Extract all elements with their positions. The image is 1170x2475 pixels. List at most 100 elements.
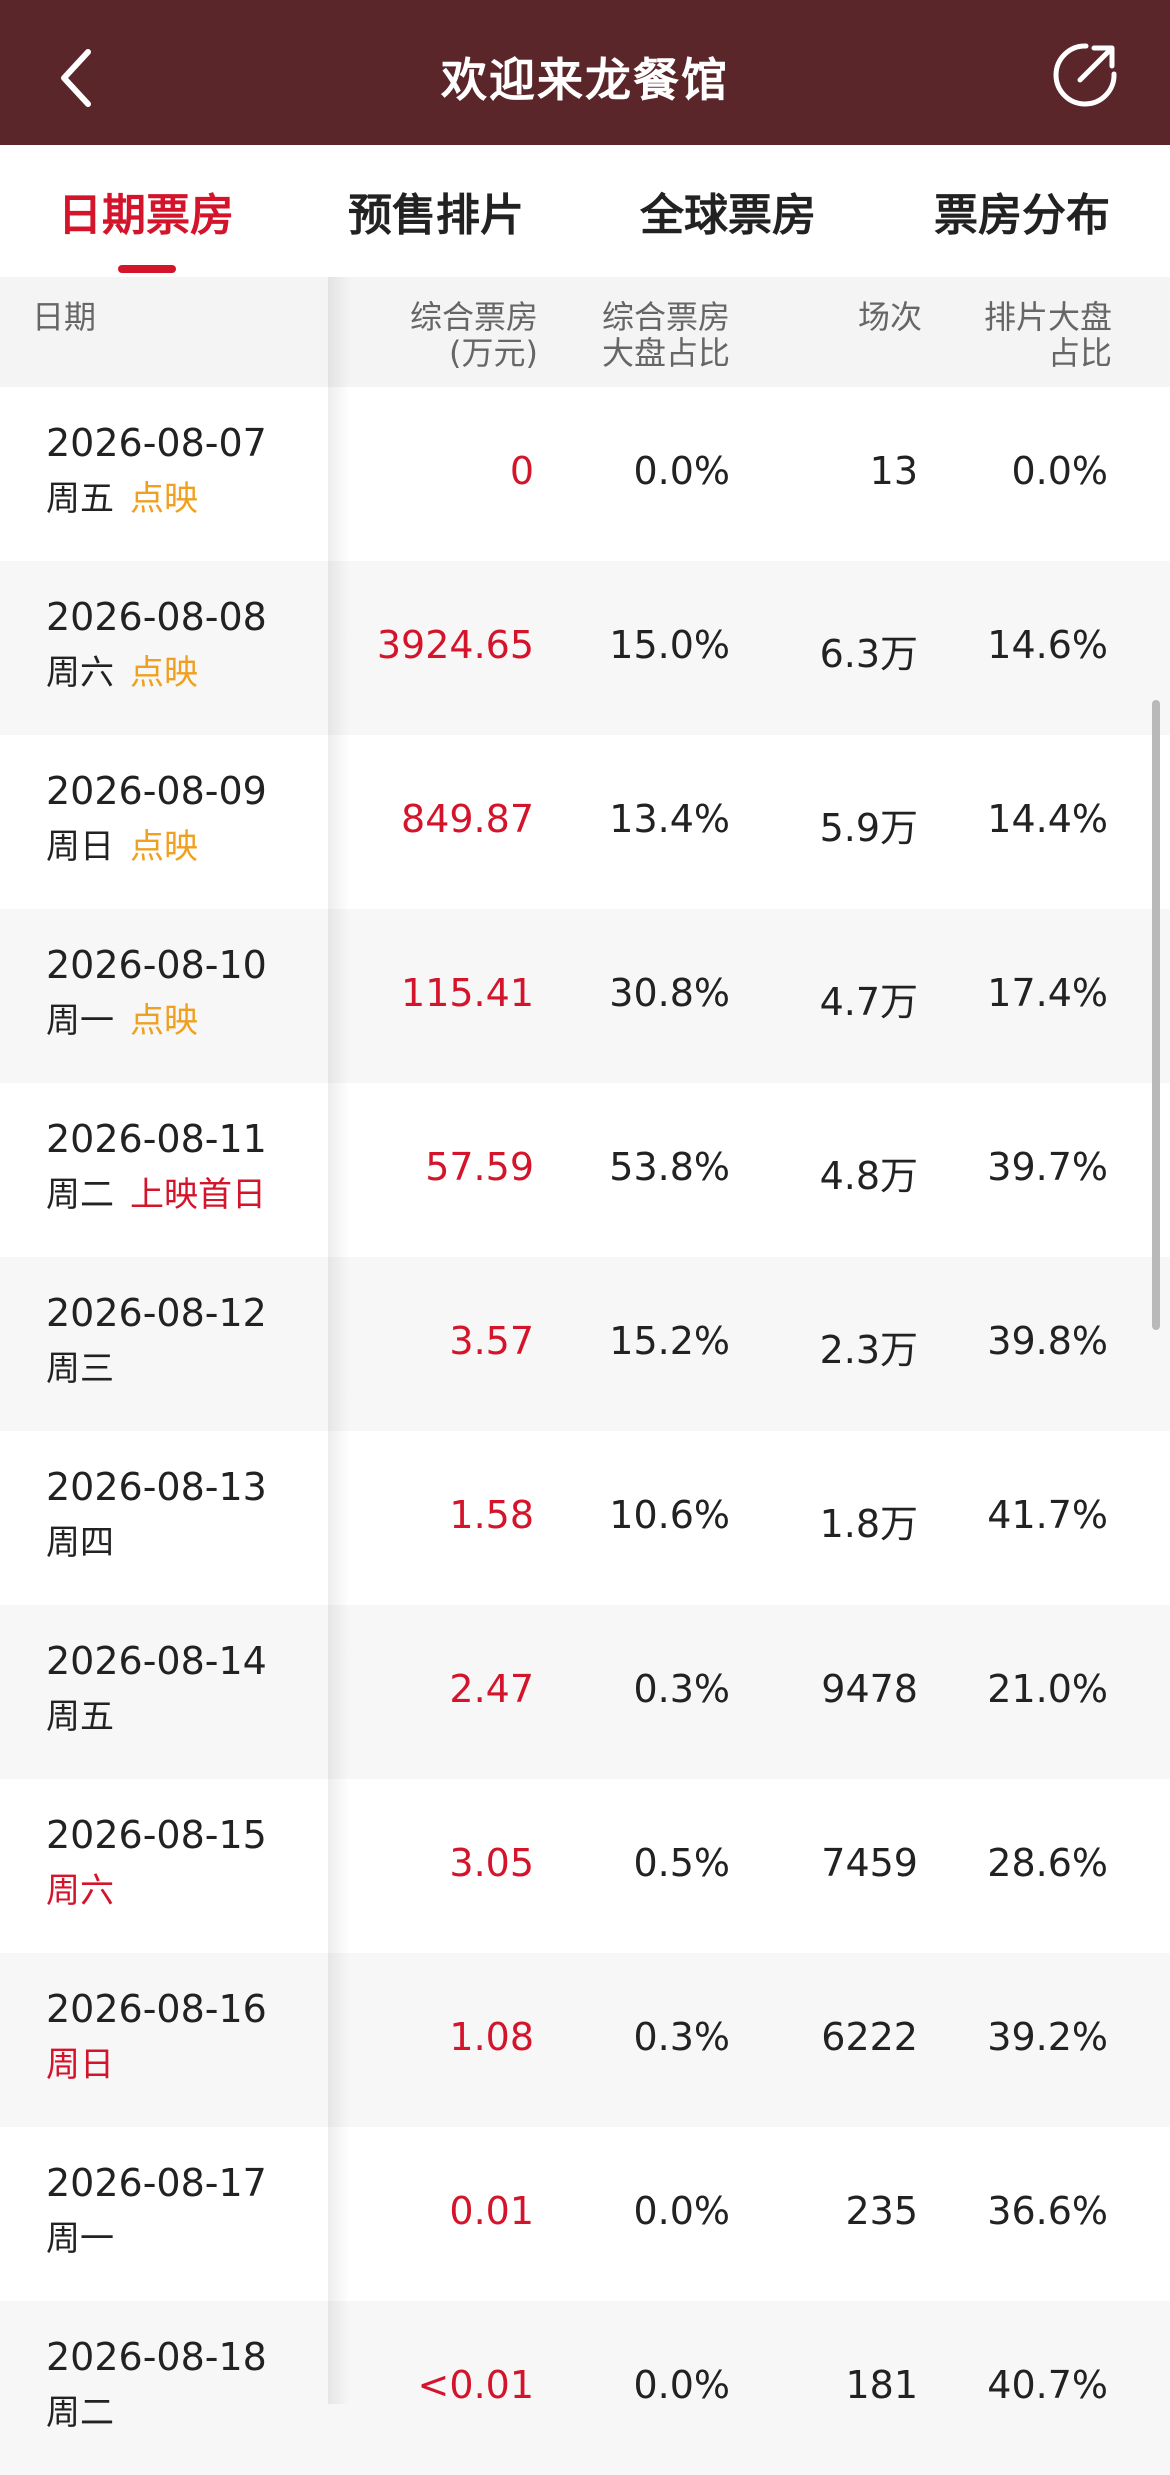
row-weekday-line: 周五 bbox=[46, 1689, 114, 1738]
date-cell: 2026-08-16 周日 bbox=[0, 1953, 328, 2127]
column-header-date: 日期 bbox=[32, 298, 97, 336]
table-row[interactable]: 2026-08-13 周四 1.58 10.6% 1.8万 41.7% bbox=[0, 1431, 1170, 1605]
row-weekday-line: 周一 bbox=[46, 2211, 114, 2260]
row-weekday: 周五 bbox=[46, 479, 114, 519]
date-cell: 2026-08-18 周二 bbox=[0, 2301, 328, 2475]
date-cell: 2026-08-11 周二 上映首日 bbox=[0, 1083, 328, 1257]
row-weekday: 周六 bbox=[46, 1871, 114, 1911]
row-weekday-line: 周日 点映 bbox=[46, 819, 198, 868]
row-date: 2026-08-16 bbox=[46, 1987, 267, 2031]
table-row[interactable]: 2026-08-17 周一 0.01 0.0% 235 36.6% bbox=[0, 2127, 1170, 2301]
page-title: 欢迎来龙餐馆 bbox=[441, 53, 729, 107]
row-box-share: 15.2% bbox=[609, 1319, 730, 1363]
date-cell: 2026-08-07 周五 点映 bbox=[0, 387, 328, 561]
row-box-office: 2.47 bbox=[449, 1667, 534, 1711]
row-shows: 181 bbox=[845, 2363, 918, 2407]
row-schedule-share: 36.6% bbox=[987, 2189, 1108, 2233]
table-row[interactable]: 2026-08-16 周日 1.08 0.3% 6222 39.2% bbox=[0, 1953, 1170, 2127]
row-schedule-share: 17.4% bbox=[987, 971, 1108, 1015]
table-row[interactable]: 2026-08-11 周二 上映首日 57.59 53.8% 4.8万 39.7% bbox=[0, 1083, 1170, 1257]
row-box-share: 10.6% bbox=[609, 1493, 730, 1537]
row-shows: 4.8万 bbox=[819, 1154, 918, 1198]
table-row[interactable]: 2026-08-15 周六 3.05 0.5% 7459 28.6% bbox=[0, 1779, 1170, 1953]
app-header: 欢迎来龙餐馆 bbox=[0, 0, 1170, 145]
row-weekday: 周一 bbox=[46, 1001, 114, 1041]
row-date: 2026-08-18 bbox=[46, 2335, 267, 2379]
row-date: 2026-08-13 bbox=[46, 1465, 267, 1509]
date-cell: 2026-08-10 周一 点映 bbox=[0, 909, 328, 1083]
tab-date-box-office[interactable]: 日期票房 bbox=[58, 179, 234, 243]
date-cell: 2026-08-08 周六 点映 bbox=[0, 561, 328, 735]
row-release-tag: 点映 bbox=[130, 479, 198, 519]
tab-presale-schedule[interactable]: 预售排片 bbox=[348, 179, 524, 243]
row-box-office: 57.59 bbox=[425, 1145, 534, 1189]
share-icon[interactable] bbox=[1050, 40, 1120, 110]
row-schedule-share: 39.7% bbox=[987, 1145, 1108, 1189]
row-weekday-line: 周三 bbox=[46, 1341, 114, 1390]
table-row[interactable]: 2026-08-14 周五 2.47 0.3% 9478 21.0% bbox=[0, 1605, 1170, 1779]
row-date: 2026-08-17 bbox=[46, 2161, 267, 2205]
row-date: 2026-08-14 bbox=[46, 1639, 267, 1683]
row-box-share: 0.5% bbox=[633, 1841, 730, 1885]
row-shows: 6.3万 bbox=[819, 632, 918, 676]
row-box-office: 3924.65 bbox=[376, 623, 534, 667]
row-weekday-line: 周五 点映 bbox=[46, 471, 198, 520]
tab-global-box-office[interactable]: 全球票房 bbox=[640, 179, 816, 243]
row-box-share: 13.4% bbox=[609, 797, 730, 841]
row-schedule-share: 40.7% bbox=[987, 2363, 1108, 2407]
table-row[interactable]: 2026-08-10 周一 点映 115.41 30.8% 4.7万 17.4% bbox=[0, 909, 1170, 1083]
scrollbar[interactable] bbox=[1152, 700, 1160, 1330]
table-row[interactable]: 2026-08-07 周五 点映 0 0.0% 13 0.0% bbox=[0, 387, 1170, 561]
date-cell: 2026-08-15 周六 bbox=[0, 1779, 328, 1953]
row-release-tag: 点映 bbox=[130, 1001, 198, 1041]
row-box-office: 1.08 bbox=[449, 2015, 534, 2059]
row-schedule-share: 41.7% bbox=[987, 1493, 1108, 1537]
row-box-share: 0.0% bbox=[633, 2363, 730, 2407]
row-box-office: <0.01 bbox=[417, 2363, 534, 2407]
row-box-share: 53.8% bbox=[609, 1145, 730, 1189]
row-date: 2026-08-09 bbox=[46, 769, 267, 813]
row-weekday: 周日 bbox=[46, 827, 114, 867]
row-release-tag: 上映首日 bbox=[130, 1175, 266, 1215]
row-shows: 235 bbox=[845, 2189, 918, 2233]
row-weekday-line: 周二 bbox=[46, 2385, 114, 2434]
table-row[interactable]: 2026-08-18 周二 <0.01 0.0% 181 40.7% bbox=[0, 2301, 1170, 2475]
row-schedule-share: 0.0% bbox=[1011, 449, 1108, 493]
column-header-schedule-share: 排片大盘 占比 bbox=[983, 298, 1112, 372]
row-shows: 9478 bbox=[821, 1667, 918, 1711]
row-weekday-line: 周二 上映首日 bbox=[46, 1167, 266, 1216]
row-weekday: 周四 bbox=[46, 1523, 114, 1563]
row-shows: 5.9万 bbox=[819, 806, 918, 850]
row-box-office: 115.41 bbox=[401, 971, 534, 1015]
active-tab-indicator bbox=[118, 265, 176, 273]
table-row[interactable]: 2026-08-08 周六 点映 3924.65 15.0% 6.3万 14.6% bbox=[0, 561, 1170, 735]
row-weekday-line: 周日 bbox=[46, 2037, 114, 2086]
date-cell: 2026-08-14 周五 bbox=[0, 1605, 328, 1779]
table-row[interactable]: 2026-08-09 周日 点映 849.87 13.4% 5.9万 14.4% bbox=[0, 735, 1170, 909]
row-schedule-share: 39.8% bbox=[987, 1319, 1108, 1363]
column-header-shows: 场次 bbox=[857, 298, 922, 336]
row-date: 2026-08-08 bbox=[46, 595, 267, 639]
row-weekday: 周五 bbox=[46, 1697, 114, 1737]
row-date: 2026-08-12 bbox=[46, 1291, 267, 1335]
row-shows: 2.3万 bbox=[819, 1328, 918, 1372]
date-cell: 2026-08-17 周一 bbox=[0, 2127, 328, 2301]
row-date: 2026-08-11 bbox=[46, 1117, 267, 1161]
row-box-office: 3.57 bbox=[449, 1319, 534, 1363]
row-weekday: 周二 bbox=[46, 1175, 114, 1215]
row-shows: 4.7万 bbox=[819, 980, 918, 1024]
row-box-share: 0.0% bbox=[633, 2189, 730, 2233]
row-weekday-line: 周六 点映 bbox=[46, 645, 198, 694]
tab-box-office-distribution[interactable]: 票房分布 bbox=[934, 179, 1110, 243]
row-box-office: 0.01 bbox=[449, 2189, 534, 2233]
table-row[interactable]: 2026-08-12 周三 3.57 15.2% 2.3万 39.8% bbox=[0, 1257, 1170, 1431]
column-header-box-office: 综合票房 (万元) bbox=[409, 298, 538, 372]
tab-bar: 日期票房 预售排片 全球票房 票房分布 bbox=[0, 145, 1170, 278]
row-box-office: 3.05 bbox=[449, 1841, 534, 1885]
row-weekday-line: 周四 bbox=[46, 1515, 114, 1564]
date-cell: 2026-08-13 周四 bbox=[0, 1431, 328, 1605]
row-release-tag: 点映 bbox=[130, 653, 198, 693]
row-schedule-share: 28.6% bbox=[987, 1841, 1108, 1885]
row-date: 2026-08-10 bbox=[46, 943, 267, 987]
row-box-share: 0.0% bbox=[633, 449, 730, 493]
